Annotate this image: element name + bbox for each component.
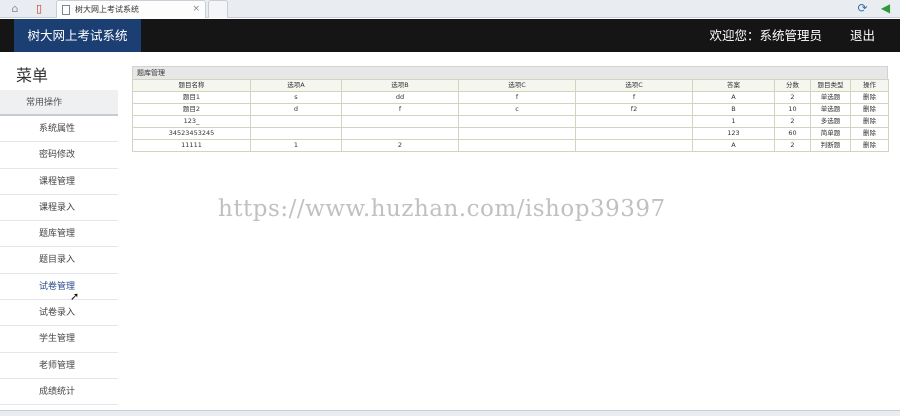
table-row: 题目2 d f c f2 B 10 单选题 删除 <box>132 103 889 116</box>
welcome-text: 欢迎您：系统管理员 <box>709 28 822 43</box>
cell-option-d: f <box>575 91 693 104</box>
cell-option-a: s <box>250 91 342 104</box>
cell-option-c <box>458 127 576 140</box>
refresh-icon[interactable]: ⟳ <box>856 2 869 15</box>
cell-option-d <box>575 127 693 140</box>
cell-question-type: 单选题 <box>810 103 851 116</box>
sidebar-item-student-management[interactable]: 学生管理 <box>0 326 118 353</box>
tab-title: 树大网上考试系统 <box>75 5 139 14</box>
back-arrow-icon[interactable]: ◀ <box>879 2 892 15</box>
cell-question-type: 简单题 <box>810 127 851 140</box>
cell-answer: A <box>692 91 775 104</box>
document-icon[interactable]: ▯ <box>32 2 46 16</box>
cell-option-a: d <box>250 103 342 116</box>
cell-option-b: 2 <box>341 139 459 152</box>
column-header: 选项C <box>458 79 576 92</box>
logout-link[interactable]: 退出 <box>850 19 875 52</box>
watermark-text: https://www.huzhan.com/ishop39397 <box>218 196 666 222</box>
column-header: 选项A <box>250 79 342 92</box>
table-header-row: 题目名称 选项A 选项B 选项C 选项C 答案 分数 题目类型 操作 <box>132 79 889 92</box>
column-header: 选项B <box>341 79 459 92</box>
cell-option-c <box>458 115 576 128</box>
app-header: 树大网上考试系统 欢迎您：系统管理员 退出 <box>0 19 900 52</box>
column-header: 选项C <box>575 79 693 92</box>
cell-option-b: dd <box>341 91 459 104</box>
cell-option-c <box>458 139 576 152</box>
cell-question-name: 34523453245 <box>132 127 251 140</box>
cell-option-b <box>341 127 459 140</box>
browser-toolbar: ⌂ ▯ 树大网上考试系统 × ⟳ ◀ <box>0 0 900 18</box>
cell-option-a: 1 <box>250 139 342 152</box>
cell-question-type: 判断题 <box>810 139 851 152</box>
sidebar-item-exam-management[interactable]: 试卷管理 ➚ <box>0 274 118 303</box>
cell-question-type: 单选题 <box>810 91 851 104</box>
cell-answer: 123 <box>692 127 775 140</box>
menu-group-common[interactable]: 常用操作 <box>0 90 118 116</box>
cell-question-name: 123_ <box>132 115 251 128</box>
question-bank-table: 题目名称 选项A 选项B 选项C 选项C 答案 分数 题目类型 操作 题目1 s… <box>132 79 889 152</box>
main-content: 题库管理 题目名称 选项A 选项B 选项C 选项C 答案 分数 题目类型 操作 … <box>132 66 889 152</box>
cell-question-name: 题目2 <box>132 103 251 116</box>
column-header: 答案 <box>692 79 775 92</box>
sidebar-item-course-entry[interactable]: 课程录入 <box>0 195 118 222</box>
delete-link[interactable]: 删除 <box>850 103 889 116</box>
cell-question-type: 多选题 <box>810 115 851 128</box>
cell-answer: A <box>692 139 775 152</box>
table-row: 题目1 s dd f f A 2 单选题 删除 <box>132 91 889 104</box>
column-header: 分数 <box>774 79 811 92</box>
delete-link[interactable]: 删除 <box>850 91 889 104</box>
cell-score: 10 <box>774 103 811 116</box>
sidebar: 菜单 常用操作 系统属性 密码修改 课程管理 课程录入 题库管理 题目录入 试卷… <box>0 52 118 416</box>
delete-link[interactable]: 删除 <box>850 127 889 140</box>
cell-option-d: f2 <box>575 103 693 116</box>
cell-score: 2 <box>774 139 811 152</box>
panel-title: 题库管理 <box>132 66 888 79</box>
sidebar-item-teacher-management[interactable]: 老师管理 <box>0 353 118 379</box>
close-icon[interactable]: × <box>192 1 200 18</box>
sidebar-item-score-statistics[interactable]: 成绩统计 <box>0 379 118 406</box>
table-row: 34523453245 123 60 简单题 删除 <box>132 127 889 140</box>
cell-option-d <box>575 115 693 128</box>
column-header: 题目名称 <box>132 79 251 92</box>
sidebar-item-course-management[interactable]: 课程管理 <box>0 169 118 195</box>
browser-tab[interactable]: 树大网上考试系统 × <box>56 0 206 18</box>
cell-option-d <box>575 139 693 152</box>
sidebar-item-system-properties[interactable]: 系统属性 <box>0 116 118 143</box>
cell-score: 2 <box>774 115 811 128</box>
cell-question-name: 题目1 <box>132 91 251 104</box>
menu-title: 菜单 <box>16 66 49 85</box>
sidebar-item-exam-entry[interactable]: 试卷录入 <box>0 300 118 327</box>
cell-option-c: f <box>458 91 576 104</box>
delete-link[interactable]: 删除 <box>850 115 889 128</box>
cell-score: 60 <box>774 127 811 140</box>
table-row: 11111 1 2 A 2 判断题 删除 <box>132 139 889 152</box>
brand-title: 树大网上考试系统 <box>14 19 141 52</box>
sidebar-item-question-bank[interactable]: 题库管理 <box>0 221 118 248</box>
new-tab-button[interactable] <box>208 0 228 18</box>
cell-score: 2 <box>774 91 811 104</box>
column-header: 操作 <box>850 79 889 92</box>
cell-option-b <box>341 115 459 128</box>
cell-option-a <box>250 115 342 128</box>
cell-question-name: 11111 <box>132 139 251 152</box>
cell-option-c: c <box>458 103 576 116</box>
sidebar-item-change-password[interactable]: 密码修改 <box>0 142 118 169</box>
column-header: 题目类型 <box>810 79 851 92</box>
page-icon <box>62 5 70 15</box>
cell-answer: 1 <box>692 115 775 128</box>
cell-answer: B <box>692 103 775 116</box>
menu-list: 系统属性 密码修改 课程管理 课程录入 题库管理 题目录入 试卷管理 ➚ 试卷录… <box>0 116 118 406</box>
delete-link[interactable]: 删除 <box>850 139 889 152</box>
browser-status-bar <box>0 410 900 416</box>
home-icon[interactable]: ⌂ <box>8 2 22 16</box>
cell-option-a <box>250 127 342 140</box>
table-row: 123_ 1 2 多选题 删除 <box>132 115 889 128</box>
cell-option-b: f <box>341 103 459 116</box>
sidebar-item-question-entry[interactable]: 题目录入 <box>0 247 118 274</box>
